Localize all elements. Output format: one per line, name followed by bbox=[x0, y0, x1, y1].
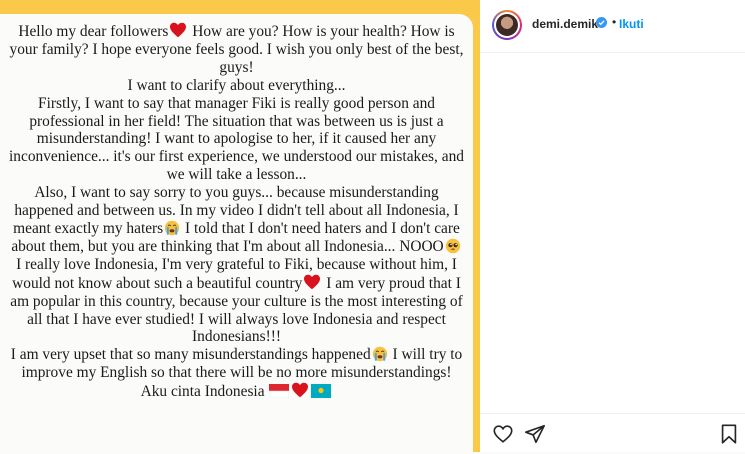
story-paragraph: I want to clarify about everything... bbox=[127, 76, 346, 94]
loudly-crying-emoji bbox=[372, 347, 387, 362]
verified-badge-icon bbox=[596, 17, 607, 28]
story-paragraph: Hello my dear followers How are you? How… bbox=[9, 22, 464, 76]
story-text: Hello my dear followers How are you? How… bbox=[0, 14, 473, 401]
pleading-face-emoji bbox=[445, 238, 460, 254]
post-sidebar: demi.demik • Ikuti bbox=[480, 0, 745, 452]
post-actions-bar bbox=[480, 413, 745, 453]
username-link[interactable]: demi.demik bbox=[532, 17, 598, 31]
story-paragraph: Firstly, I want to say that manager Fiki… bbox=[9, 94, 464, 184]
heart-outline-icon[interactable] bbox=[492, 423, 514, 445]
post-media: Hello my dear followers How are you? How… bbox=[0, 0, 480, 454]
indonesia-flag-emoji bbox=[269, 384, 290, 399]
save-bookmark-icon[interactable] bbox=[718, 423, 740, 445]
share-icon[interactable] bbox=[524, 423, 546, 445]
post-header: demi.demik • Ikuti bbox=[480, 0, 745, 53]
story-paragraph: Aku cinta Indonesia bbox=[6, 382, 467, 401]
profile-photo bbox=[496, 14, 518, 36]
story-paragraph: Also, I want to say sorry to you guys...… bbox=[11, 184, 460, 255]
story-text-card: Hello my dear followers How are you? How… bbox=[0, 14, 473, 454]
red-heart-emoji bbox=[304, 274, 321, 289]
red-heart-emoji bbox=[292, 382, 309, 398]
avatar[interactable] bbox=[492, 10, 522, 40]
follow-button[interactable]: Ikuti bbox=[619, 17, 644, 31]
story-paragraph: I really love Indonesia, I'm very gratef… bbox=[10, 255, 463, 346]
loudly-crying-emoji bbox=[164, 220, 180, 236]
kazakhstan-flag-emoji bbox=[311, 384, 332, 399]
story-paragraph: I am very upset that so many misundersta… bbox=[10, 346, 463, 382]
separator-dot: • bbox=[612, 15, 617, 29]
red-heart-emoji bbox=[170, 22, 187, 38]
